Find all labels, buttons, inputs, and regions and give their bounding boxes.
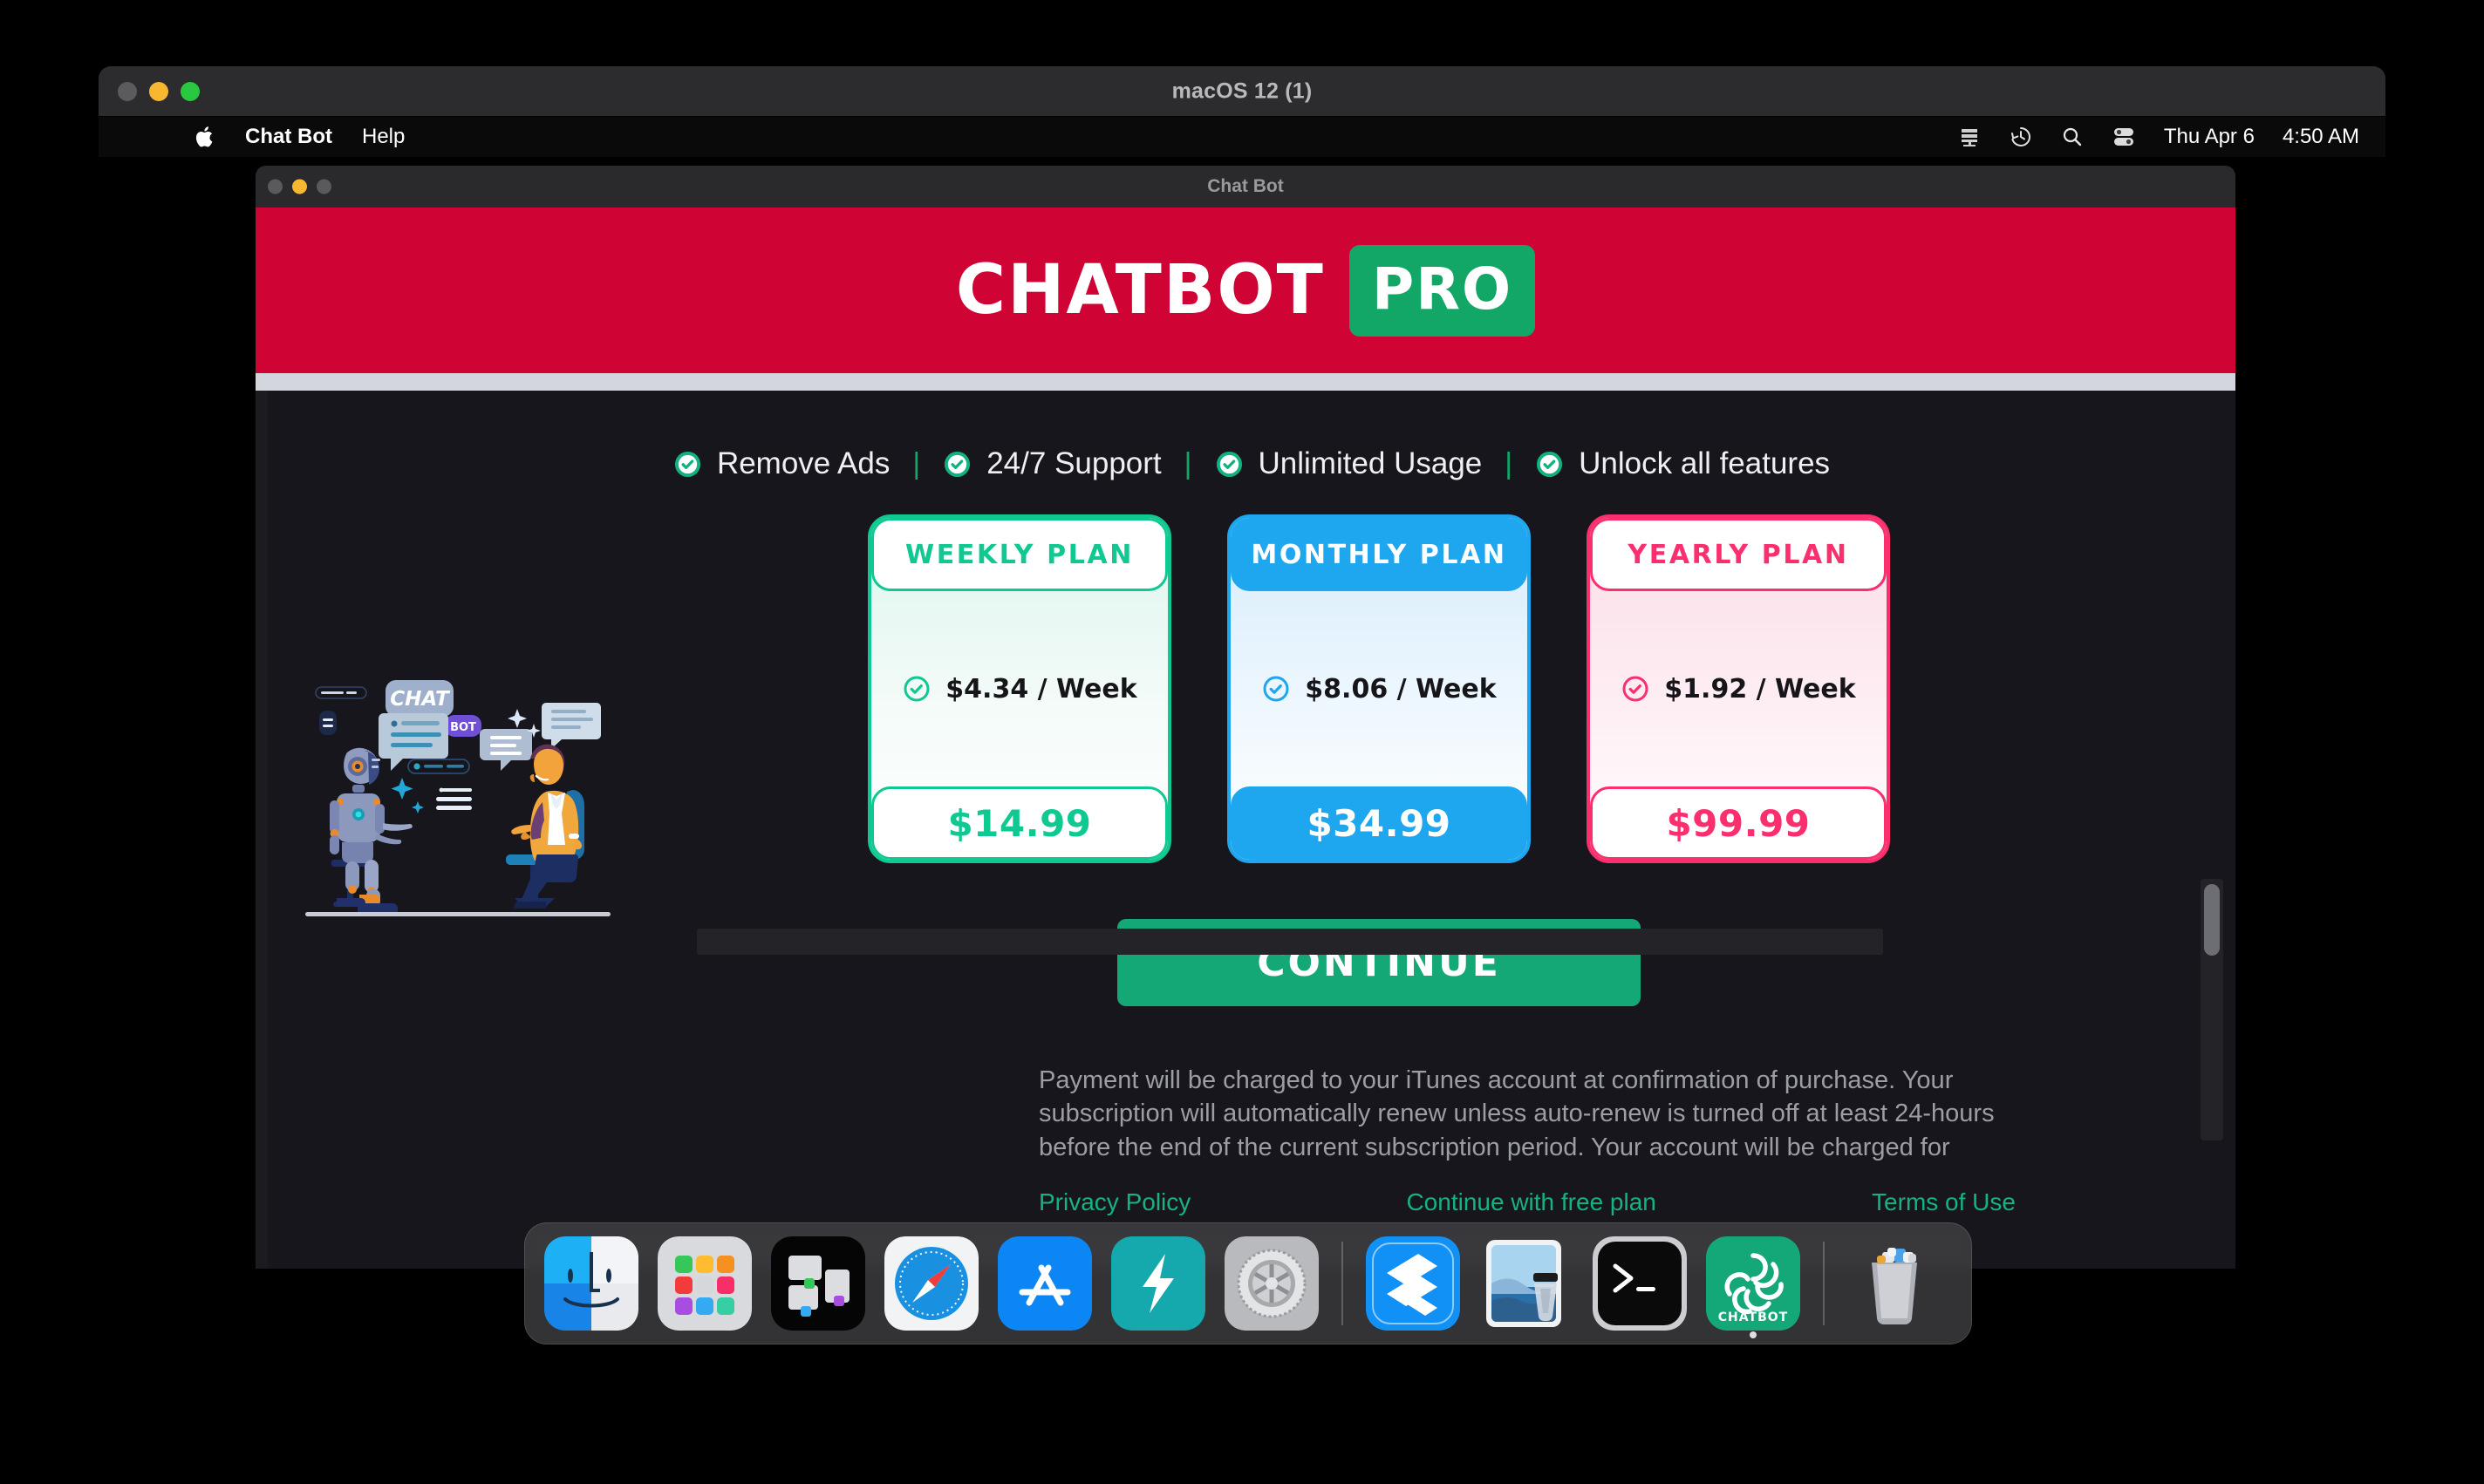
plan-total-price: $34.99 [1231,786,1527,860]
menu-item-help[interactable]: Help [362,125,405,149]
feature-list: Remove Ads | 24/7 Support | Unlimited Us… [268,391,2235,481]
check-circle-icon [673,450,702,479]
dock-separator [1823,1242,1825,1325]
brand-header: CHATBOT PRO [256,208,2235,373]
feature-item: Remove Ads [673,446,890,481]
svg-text:BOT: BOT [450,721,476,734]
control-center-icon[interactable] [2112,126,2136,148]
plan-rate-row: $1.92 / Week [1590,591,1887,786]
feature-separator: | [912,446,921,480]
dock-item-chatbot[interactable]: CHATBOT [1701,1231,1805,1338]
dock: CHATBOT [524,1222,1972,1344]
dock-item-editor[interactable] [1361,1231,1465,1336]
plan-total-price: $99.99 [1590,786,1887,860]
dock-item-trash[interactable] [1842,1231,1947,1336]
time-machine-icon[interactable] [2009,125,2033,149]
feature-separator: | [1505,446,1513,480]
plans-divider [697,929,1883,955]
pro-badge: PRO [1348,244,1536,337]
feature-label: 24/7 Support [986,446,1162,480]
dock-item-safari[interactable] [879,1231,984,1336]
terms-of-use-link[interactable]: Terms of Use [1872,1188,2016,1216]
menu-item-chat-bot[interactable]: Chat Bot [245,125,332,149]
menubar-date[interactable]: Thu Apr 6 [2164,125,2255,149]
menu-bar: Chat Bot Help Thu Apr 6 4:50 AM [99,117,2385,157]
check-circle-icon [943,450,972,479]
continue-free-plan-link[interactable]: Continue with free plan [1406,1188,1655,1216]
plan-rate-row: $4.34 / Week [871,591,1168,786]
dock-item-launchpad[interactable] [652,1231,757,1336]
dock-separator [1341,1242,1343,1325]
check-circle-outline-icon [1261,674,1291,704]
plan-card-weekly[interactable]: WEEKLY PLAN $4.34 / Week $14.99 [868,514,1171,863]
app-running-indicator [1750,1331,1757,1338]
dock-item-system-preferences[interactable] [1219,1231,1324,1336]
chat-bot-app-window: Chat Bot CHATBOT PRO Remove Ads | 24/7 S… [256,166,2235,1269]
dock-item-shortcuts[interactable] [1106,1231,1211,1336]
outer-window: macOS 12 (1) Chat Bot Help Thu Apr 6 4:5… [99,66,2385,1353]
plan-rate: $4.34 / Week [945,673,1137,705]
check-circle-icon [1535,450,1564,479]
dock-item-finder[interactable] [539,1231,644,1336]
feature-item: Unlimited Usage [1215,446,1483,481]
plan-title: YEARLY PLAN [1590,518,1887,591]
feature-label: Unlock all features [1579,446,1831,480]
app-titlebar: Chat Bot [256,166,2235,208]
subscription-disclaimer: Payment will be charged to your iTunes a… [1039,1066,1995,1161]
plan-rate-row: $8.06 / Week [1231,591,1527,786]
vertical-scrollbar[interactable] [2201,879,2223,1140]
header-edge-band [256,373,2235,391]
plan-card-yearly[interactable]: YEARLY PLAN $1.92 / Week $99.99 [1587,514,1890,863]
feature-item: Unlock all features [1535,446,1830,481]
spotlight-search-icon[interactable] [2061,126,2084,148]
apple-logo-icon[interactable] [194,125,215,149]
legal-links-row: Privacy Policy Continue with free plan T… [1039,1188,2016,1216]
scrollbar-thumb[interactable] [2204,884,2220,956]
outer-window-titlebar: macOS 12 (1) [99,66,2385,117]
privacy-policy-link[interactable]: Privacy Policy [1039,1188,1191,1216]
check-circle-icon [1215,450,1244,479]
check-circle-outline-icon [902,674,932,704]
check-circle-outline-icon [1621,674,1650,704]
dock-item-terminal[interactable] [1587,1231,1692,1336]
chatbot-illustration: CHAT BOT [297,661,619,922]
plan-card-monthly[interactable]: MONTHLY PLAN $8.06 / Week $34.99 [1227,514,1531,863]
feature-label: Unlimited Usage [1258,446,1483,480]
plan-rate: $8.06 / Week [1305,673,1497,705]
plan-title: MONTHLY PLAN [1231,518,1527,591]
plan-total-price: $14.99 [871,786,1168,860]
plan-rate: $1.92 / Week [1664,673,1856,705]
feature-separator: | [1184,446,1192,480]
paywall-body: Remove Ads | 24/7 Support | Unlimited Us… [256,391,2235,1269]
outer-window-title: macOS 12 (1) [1171,78,1313,103]
app-window-title: Chat Bot [1207,176,1284,196]
dock-item-app-store[interactable] [993,1231,1097,1336]
feature-label: Remove Ads [716,446,891,480]
dock-item-preview[interactable] [1474,1231,1579,1336]
feature-item: 24/7 Support [943,446,1162,481]
dock-item-mission-control[interactable] [766,1231,870,1336]
plan-title: WEEKLY PLAN [871,518,1168,591]
svg-text:CHAT: CHAT [390,688,451,711]
svg-text:CHATBOT: CHATBOT [1718,1310,1788,1324]
display-icon[interactable] [1958,126,1981,148]
mac-desktop: Chat Bot Help Thu Apr 6 4:50 AM Chat Bot… [99,117,2385,1353]
brand-name: CHATBOT [955,251,1325,330]
menubar-time[interactable]: 4:50 AM [2283,125,2359,149]
